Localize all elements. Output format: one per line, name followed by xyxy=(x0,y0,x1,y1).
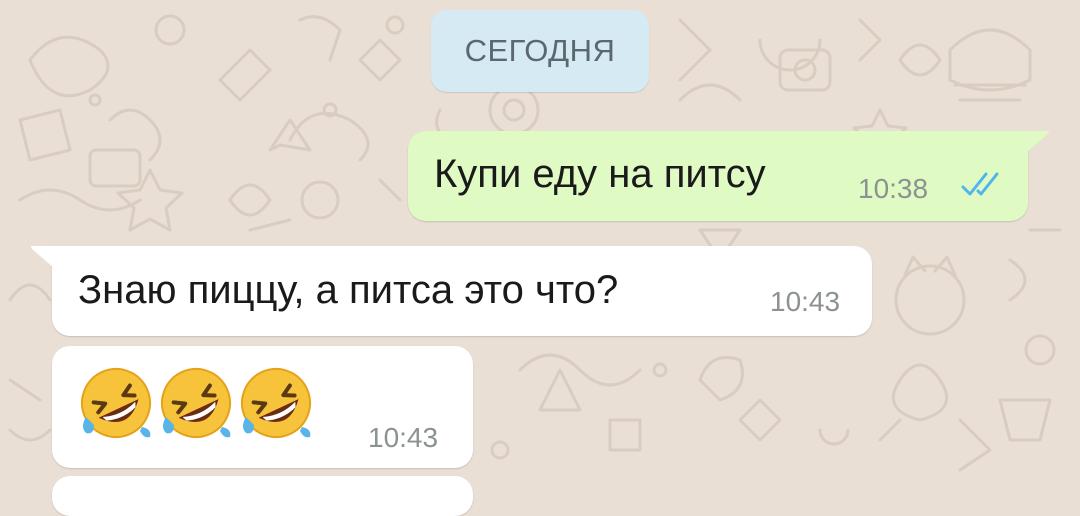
incoming-bubble-tail xyxy=(31,246,54,268)
message-text: Знаю пиццу, а питса это что? xyxy=(78,268,619,312)
outgoing-message-bubble[interactable]: Купи еду на питсу 10:38 xyxy=(408,131,1028,221)
incoming-message-bubble-partial[interactable] xyxy=(52,476,473,516)
message-text: Купи еду на питсу xyxy=(434,152,766,196)
message-time: 10:38 xyxy=(858,173,929,204)
date-divider-label: СЕГОДНЯ xyxy=(464,33,616,68)
emoji-row xyxy=(78,365,314,441)
rolling-on-floor-laughing-emoji xyxy=(241,368,311,438)
outgoing-bubble-tail xyxy=(1026,131,1049,153)
incoming-message-bubble[interactable]: Знаю пиццу, а питса это что? 10:43 xyxy=(52,246,872,336)
date-divider: СЕГОДНЯ xyxy=(431,10,649,92)
rolling-on-floor-laughing-emoji xyxy=(161,368,231,438)
double-check-read-icon xyxy=(961,172,999,196)
message-time: 10:43 xyxy=(368,422,439,453)
rolling-on-floor-laughing-emoji xyxy=(81,368,151,438)
message-time: 10:43 xyxy=(770,286,841,317)
